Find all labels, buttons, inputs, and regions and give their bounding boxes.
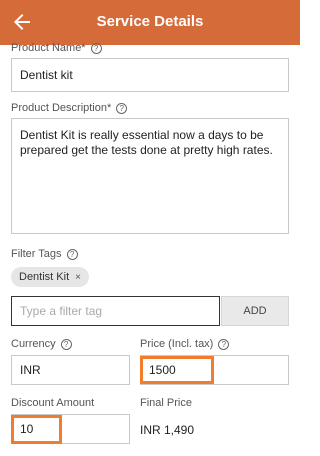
info-icon[interactable]: ? xyxy=(60,339,72,350)
info-icon[interactable]: ? xyxy=(90,43,102,54)
final-price-value: INR 1,490 xyxy=(140,423,195,437)
app-header: Service Details xyxy=(0,0,300,45)
price-highlight xyxy=(140,356,214,384)
price-label: Price (Incl. tax)? xyxy=(140,338,230,350)
product-description-textarea[interactable]: Dentist Kit is really essential now a da… xyxy=(11,118,289,234)
discount-highlight xyxy=(11,415,62,444)
currency-select[interactable]: INR xyxy=(11,355,130,385)
info-icon[interactable]: ? xyxy=(218,339,230,350)
page-title: Service Details xyxy=(96,13,204,30)
discount-label: Discount Amount xyxy=(11,397,95,409)
currency-label: Currency? xyxy=(11,338,72,350)
product-description-label: Product Description*? xyxy=(11,102,128,114)
add-tag-button[interactable]: ADD xyxy=(221,296,289,326)
filter-tag-input[interactable]: Type a filter tag xyxy=(11,296,220,326)
info-icon[interactable]: ? xyxy=(116,103,128,114)
final-price-label: Final Price xyxy=(140,397,192,409)
close-icon[interactable]: × xyxy=(75,272,81,283)
info-icon[interactable]: ? xyxy=(66,249,78,260)
filter-tags-label: Filter Tags? xyxy=(11,248,78,260)
product-name-input[interactable]: Dentist kit xyxy=(11,58,289,92)
filter-tag-chip: Dentist Kit × xyxy=(11,267,89,287)
product-name-label: Product Name*? xyxy=(11,42,102,54)
